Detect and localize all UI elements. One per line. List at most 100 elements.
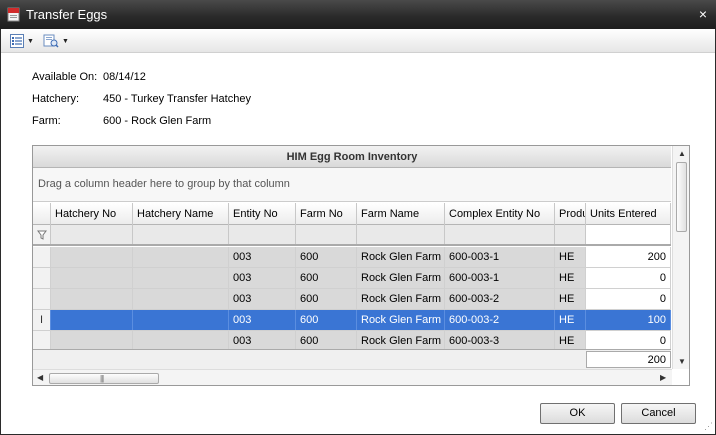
grip-icon: |||: [100, 374, 104, 383]
chevron-down-icon: ▼: [27, 37, 34, 45]
cell-hatchery-name: [133, 268, 229, 288]
cell-units-entered[interactable]: 0: [586, 331, 671, 351]
ok-button[interactable]: OK: [540, 403, 615, 424]
cell-hatchery-no: [51, 289, 133, 309]
row-indicator[interactable]: [33, 331, 51, 351]
cell-product: HE: [555, 289, 586, 309]
group-by-panel[interactable]: Drag a column header here to group by th…: [33, 168, 671, 202]
row-indicator[interactable]: [33, 247, 51, 267]
filter-units-entered[interactable]: [586, 225, 671, 244]
filter-complex-entity-no[interactable]: [445, 225, 555, 244]
scroll-up-icon[interactable]: ▲: [678, 149, 686, 158]
hatchery-label: Hatchery:: [32, 93, 80, 105]
cell-hatchery-name: [133, 247, 229, 267]
list-layout-icon: [10, 34, 24, 48]
vertical-scroll-thumb[interactable]: [676, 162, 687, 232]
cell-farm-no: 600: [296, 289, 357, 309]
filter-product[interactable]: [555, 225, 586, 244]
print-preview-icon: [43, 34, 59, 48]
filter-entity-no[interactable]: [229, 225, 296, 244]
row-indicator[interactable]: [33, 289, 51, 309]
vertical-scrollbar[interactable]: ▲ ▼: [672, 146, 689, 369]
table-row-selected[interactable]: I 003 600 Rock Glen Farm 600-003-2 HE 10…: [33, 310, 671, 331]
cell-product: HE: [555, 331, 586, 351]
cell-farm-no: 600: [296, 310, 357, 330]
farm-value: 600 - Rock Glen Farm: [103, 115, 212, 127]
toolbar: ▼ ▼: [1, 29, 715, 53]
table-row[interactable]: 003 600 Rock Glen Farm 600-003-1 HE 0: [33, 268, 671, 289]
scroll-left-icon[interactable]: ◀: [37, 373, 43, 382]
row-edit-indicator[interactable]: I: [33, 310, 51, 330]
cell-farm-no: 600: [296, 247, 357, 267]
egg-inventory-grid: HIM Egg Room Inventory Drag a column hea…: [32, 145, 690, 386]
cell-complex-entity-no: 600-003-2: [445, 310, 555, 330]
scroll-right-icon[interactable]: ▶: [660, 373, 666, 382]
column-header-farm-name[interactable]: Farm Name: [357, 203, 445, 225]
column-header-hatchery-no[interactable]: Hatchery No: [51, 203, 133, 225]
cell-complex-entity-no: 600-003-3: [445, 331, 555, 351]
close-icon[interactable]: ×: [699, 6, 707, 22]
filter-hatchery-no[interactable]: [51, 225, 133, 244]
table-row[interactable]: 003 600 Rock Glen Farm 600-003-1 HE 200: [33, 247, 671, 268]
cell-hatchery-name: [133, 331, 229, 351]
units-entered-total: 200: [586, 351, 671, 368]
horizontal-scrollbar[interactable]: ◀ ||| ▶: [33, 369, 672, 385]
column-header-row: Hatchery No Hatchery Name Entity No Farm…: [33, 203, 671, 225]
summary-footer: 200: [33, 349, 671, 369]
layout-dropdown-button[interactable]: ▼: [10, 33, 34, 49]
filter-farm-name[interactable]: [357, 225, 445, 244]
column-header-complex-entity-no[interactable]: Complex Entity No: [445, 203, 555, 225]
hatchery-value: 450 - Turkey Transfer Hatchey: [103, 93, 251, 105]
window-title: Transfer Eggs: [26, 7, 108, 22]
table-row[interactable]: 003 600 Rock Glen Farm 600-003-2 HE 0: [33, 289, 671, 310]
cell-hatchery-no: [51, 247, 133, 267]
cell-farm-no: 600: [296, 331, 357, 351]
filter-icon-cell[interactable]: [33, 225, 51, 244]
cell-product: HE: [555, 310, 586, 330]
available-on-value: 08/14/12: [103, 71, 146, 83]
cell-units-entered[interactable]: 0: [586, 268, 671, 288]
cancel-button[interactable]: Cancel: [621, 403, 696, 424]
cell-entity-no: 003: [229, 247, 296, 267]
cell-hatchery-no: [51, 310, 133, 330]
cell-hatchery-name: [133, 289, 229, 309]
dialog-body: ▼ ▼ Available On: 08/14/12 Hatchery: 450…: [0, 29, 716, 435]
cell-farm-name: Rock Glen Farm: [357, 310, 445, 330]
cell-units-entered[interactable]: 200: [586, 247, 671, 267]
column-header-product[interactable]: Produ: [555, 203, 586, 225]
cell-complex-entity-no: 600-003-2: [445, 289, 555, 309]
cell-entity-no: 003: [229, 289, 296, 309]
grid-caption: HIM Egg Room Inventory: [33, 146, 671, 168]
app-icon: [7, 7, 20, 22]
cell-product: HE: [555, 268, 586, 288]
filter-farm-no[interactable]: [296, 225, 357, 244]
cell-product: HE: [555, 247, 586, 267]
cell-farm-name: Rock Glen Farm: [357, 268, 445, 288]
cell-complex-entity-no: 600-003-1: [445, 268, 555, 288]
cell-farm-name: Rock Glen Farm: [357, 247, 445, 267]
cell-hatchery-no: [51, 331, 133, 351]
cell-units-entered[interactable]: 0: [586, 289, 671, 309]
cell-entity-no: 003: [229, 331, 296, 351]
cell-hatchery-name: [133, 310, 229, 330]
cell-entity-no: 003: [229, 310, 296, 330]
horizontal-scroll-thumb[interactable]: |||: [49, 373, 159, 384]
farm-label: Farm:: [32, 115, 61, 127]
chevron-down-icon: ▼: [62, 37, 69, 45]
column-header-hatchery-name[interactable]: Hatchery Name: [133, 203, 229, 225]
cell-farm-name: Rock Glen Farm: [357, 331, 445, 351]
column-header-entity-no[interactable]: Entity No: [229, 203, 296, 225]
scroll-down-icon[interactable]: ▼: [678, 357, 686, 366]
cell-farm-no: 600: [296, 268, 357, 288]
available-on-label: Available On:: [32, 71, 98, 83]
cell-farm-name: Rock Glen Farm: [357, 289, 445, 309]
cell-units-entered[interactable]: 100: [586, 310, 671, 330]
filter-hatchery-name[interactable]: [133, 225, 229, 244]
cell-entity-no: 003: [229, 268, 296, 288]
filter-icon: [37, 230, 47, 240]
row-indicator[interactable]: [33, 268, 51, 288]
column-header-units-entered[interactable]: Units Entered: [586, 203, 671, 225]
print-dropdown-button[interactable]: ▼: [43, 33, 69, 49]
resize-grip-icon[interactable]: ⋰: [704, 421, 713, 432]
column-header-farm-no[interactable]: Farm No: [296, 203, 357, 225]
